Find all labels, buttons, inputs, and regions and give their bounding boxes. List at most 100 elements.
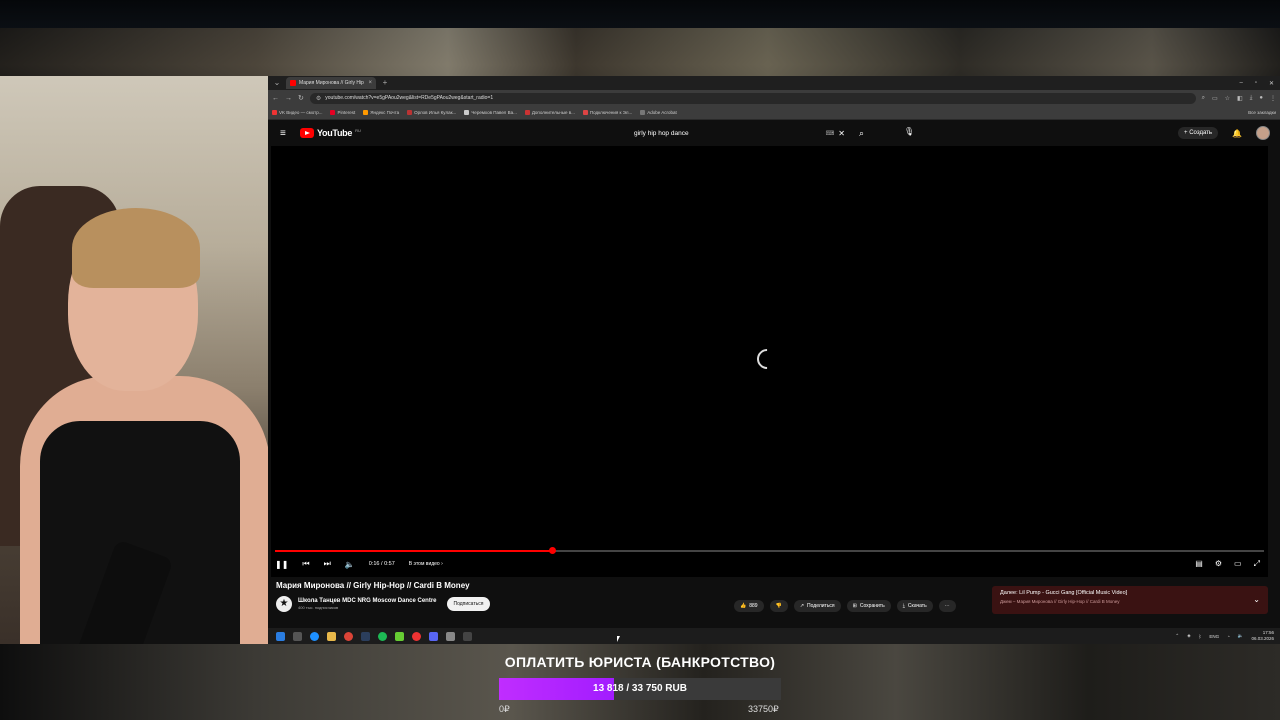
- edge-icon[interactable]: [310, 631, 319, 641]
- tab-youtube[interactable]: Мария Миронова // Girly Hip ×: [286, 77, 376, 89]
- progress-scrubber[interactable]: [548, 547, 556, 554]
- bookmark-item[interactable]: Яндекс Почта: [363, 110, 399, 115]
- zoom-icon[interactable]: ⌕: [1202, 95, 1205, 102]
- close-window-icon[interactable]: ✕: [1269, 80, 1274, 87]
- start-icon[interactable]: [276, 631, 285, 641]
- share-button[interactable]: ↗ Поделиться: [793, 600, 841, 612]
- previous-icon[interactable]: ⏮: [302, 559, 309, 569]
- donation-goal-max: 33750₽: [748, 704, 779, 714]
- stream-frame: ⌄ Мария Миронова // Girly Hip × + – ▫ ✕ …: [0, 0, 1280, 720]
- downloads-icon[interactable]: ⤓: [1250, 95, 1253, 102]
- close-tab-icon[interactable]: ×: [368, 80, 372, 86]
- search-input[interactable]: girly hip hop dance: [634, 130, 826, 137]
- site-info-icon[interactable]: ⚙: [316, 95, 321, 102]
- file-explorer-icon[interactable]: [327, 631, 336, 641]
- hamburger-menu-icon[interactable]: ≡: [280, 128, 296, 139]
- bookmark-label: Дополнительные в...: [531, 110, 575, 115]
- chevron-up-icon[interactable]: ⌃: [1175, 633, 1179, 639]
- reload-icon[interactable]: ↻: [298, 94, 304, 102]
- address-bar[interactable]: ⚙ youtube.com/watch?v=e5gPAou2weg&list=R…: [309, 92, 1196, 104]
- wifi-icon[interactable]: ◔: [1227, 634, 1230, 639]
- discord-icon[interactable]: [429, 631, 438, 641]
- more-actions-button[interactable]: ⋯: [938, 600, 956, 612]
- youtube-logo[interactable]: YouTube RU: [300, 128, 361, 138]
- subscribe-button[interactable]: Подписаться: [446, 597, 491, 611]
- subtitles-icon[interactable]: ▤: [1195, 559, 1203, 569]
- bookmark-item[interactable]: Adobe Acrobat: [640, 110, 677, 115]
- bookmark-item[interactable]: VK Видео — смотр...: [272, 110, 322, 115]
- keyboard-icon[interactable]: ⌨: [826, 130, 835, 137]
- system-tray: ⌃ ◈ ᛒ ENG ◔ 🔈 17:56 06.03.2026: [1175, 630, 1280, 642]
- browser-toolbar: ← → ↻ ⚙ youtube.com/watch?v=e5gPAou2weg&…: [268, 90, 1280, 106]
- next-icon[interactable]: ⏭: [324, 559, 331, 569]
- profile-icon[interactable]: ●: [1259, 95, 1263, 102]
- task-view-icon[interactable]: [293, 631, 302, 641]
- clear-search-icon[interactable]: ✕: [838, 129, 845, 138]
- maximize-icon[interactable]: ▫: [1255, 80, 1257, 87]
- clock-date: 06.03.2026: [1251, 636, 1274, 641]
- save-button[interactable]: ⊞ Сохранить: [846, 600, 891, 612]
- settings-gear-icon[interactable]: ⚙: [1215, 559, 1222, 569]
- like-button[interactable]: 👍 889: [734, 600, 764, 612]
- fullscreen-icon[interactable]: ⤢: [1254, 559, 1260, 569]
- extensions-icon[interactable]: ◧: [1237, 95, 1243, 102]
- chrome-icon[interactable]: [344, 631, 353, 641]
- chevron-down-icon[interactable]: ⌄: [1253, 595, 1260, 604]
- mouse-cursor-icon: [617, 636, 620, 642]
- up-next-panel[interactable]: Далее: Lil Pump - Gucci Gang [Official M…: [992, 586, 1268, 614]
- thumbs-up-icon: 👍: [740, 603, 747, 609]
- pause-icon[interactable]: ❚❚: [275, 560, 288, 569]
- youtube-header: ≡ YouTube RU girly hip hop dance ⌨ ✕ ⌕ 🎙…: [268, 120, 1280, 146]
- volume-icon[interactable]: 🔈: [345, 560, 355, 569]
- steam-icon[interactable]: [361, 631, 370, 641]
- clock[interactable]: 17:56 06.03.2026: [1251, 630, 1274, 642]
- bookmark-item[interactable]: Дополнительные в...: [524, 110, 575, 115]
- header-actions: + Создать 🔔: [1178, 126, 1270, 140]
- region-code: RU: [355, 127, 361, 133]
- window-controls: – ▫ ✕: [1239, 80, 1280, 87]
- avatar[interactable]: [1256, 126, 1270, 140]
- youtube-favicon-icon: [290, 80, 296, 86]
- settings-icon[interactable]: [446, 631, 455, 641]
- channel-text: Школа Танцев MDC NRG Moscow Dance Centre…: [298, 598, 437, 610]
- progress-bar[interactable]: [275, 547, 1264, 554]
- menu-icon[interactable]: ⋮: [1270, 95, 1276, 102]
- voice-search-icon[interactable]: 🎙: [904, 127, 914, 136]
- theater-mode-icon[interactable]: ▭: [1234, 559, 1242, 569]
- create-button[interactable]: + Создать: [1178, 127, 1219, 139]
- bookmark-star-icon[interactable]: ☆: [1225, 95, 1230, 102]
- notifications-icon[interactable]: 🔔: [1232, 129, 1242, 138]
- channel-name[interactable]: Школа Танцев MDC NRG Moscow Dance Centre: [298, 598, 437, 604]
- loading-spinner-icon: [752, 344, 782, 374]
- bookmark-item[interactable]: Черемхов Павел Ва...: [464, 110, 517, 115]
- channel-avatar[interactable]: ★: [276, 596, 292, 612]
- bookmark-item[interactable]: Орлов Илья Кулак...: [407, 110, 456, 115]
- video-player[interactable]: ❚❚ ⏮ ⏭ 🔈 0:16 / 0:57 В этом видео › ▤ ⚙ …: [271, 146, 1268, 577]
- new-tab-icon[interactable]: +: [380, 78, 390, 88]
- network-icon[interactable]: ◈: [1187, 633, 1190, 639]
- app-icon[interactable]: [395, 631, 404, 641]
- all-bookmarks[interactable]: Все закладки: [1248, 110, 1276, 115]
- lang-indicator[interactable]: ENG: [1209, 634, 1219, 639]
- bookmark-item[interactable]: Подключения к Эл...: [582, 110, 633, 115]
- bluetooth-icon[interactable]: ᛒ: [1199, 634, 1202, 639]
- tab-search-icon[interactable]: ⌄: [272, 78, 282, 88]
- dislike-button[interactable]: 👎: [769, 600, 788, 612]
- bookmark-item[interactable]: Pinterest: [330, 110, 355, 115]
- chapters-button[interactable]: В этом видео ›: [409, 561, 443, 567]
- cast-icon[interactable]: ▭: [1212, 95, 1218, 102]
- download-button[interactable]: ⤓ Скачать: [896, 600, 933, 612]
- bookmarks-bar: VK Видео — смотр... Pinterest Яндекс Поч…: [268, 106, 1280, 120]
- search-icon[interactable]: ⌕: [859, 128, 864, 139]
- minimize-icon[interactable]: –: [1239, 80, 1242, 87]
- search-box[interactable]: girly hip hop dance ⌨ ✕ ⌕: [634, 126, 864, 141]
- volume-tray-icon[interactable]: 🔈: [1238, 633, 1244, 639]
- back-icon[interactable]: ←: [272, 95, 279, 102]
- spotify-icon[interactable]: [378, 631, 387, 641]
- app-icon[interactable]: [463, 631, 472, 641]
- channel-info: ★ Школа Танцев MDC NRG Moscow Dance Cent…: [276, 596, 491, 612]
- bookmark-label: Подключения к Эл...: [589, 110, 633, 115]
- forward-icon[interactable]: →: [285, 95, 292, 102]
- donation-goal-min: 0₽: [499, 704, 510, 714]
- obs-icon[interactable]: [412, 631, 421, 641]
